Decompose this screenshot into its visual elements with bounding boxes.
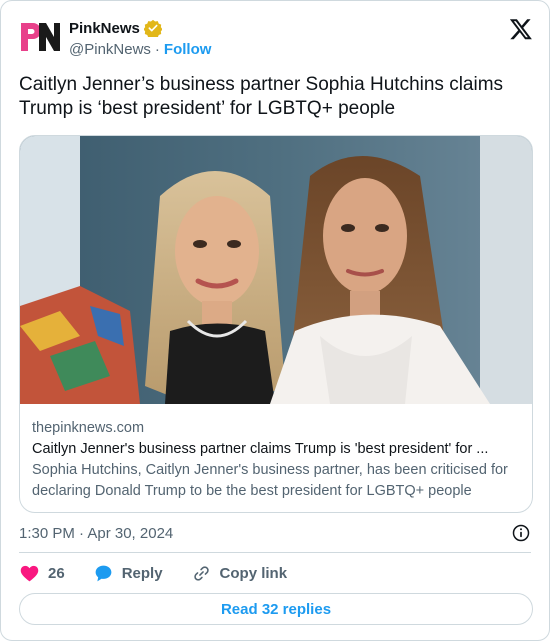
link-preview-card[interactable]: thepinknews.com Caitlyn Jenner's busines…: [19, 135, 533, 513]
reply-label: Reply: [121, 564, 163, 582]
like-count: 26: [48, 564, 65, 582]
author-name-row: PinkNews: [69, 19, 162, 37]
tweet-timestamp[interactable]: 1:30 PM · Apr 30, 2024: [19, 525, 173, 542]
reply-bubble-icon: [95, 565, 112, 581]
link-domain: thepinknews.com: [32, 420, 145, 436]
author-handle-row: @PinkNews · Follow: [69, 41, 211, 58]
tweet-actions: 26 Reply Copy link: [19, 562, 315, 584]
reply-button[interactable]: Reply: [93, 563, 163, 584]
tweet-embed-card: PinkNews @PinkNews · Follow Caitlyn Jenn…: [0, 0, 550, 641]
divider: [19, 552, 531, 553]
verified-badge-icon: [143, 19, 162, 37]
handle-separator: ·: [154, 41, 160, 58]
tweet-header: PinkNews @PinkNews · Follow: [19, 15, 533, 63]
follow-button[interactable]: Follow: [164, 41, 212, 58]
link-meta: thepinknews.com Caitlyn Jenner's busines…: [32, 418, 520, 502]
pinknews-logo[interactable]: [19, 20, 61, 54]
read-replies-button[interactable]: Read 32 replies: [19, 593, 533, 625]
author-handle[interactable]: @PinkNews: [69, 41, 151, 58]
copy-link-label: Copy link: [219, 564, 288, 582]
author-display-name[interactable]: PinkNews: [69, 20, 140, 37]
link-title[interactable]: Caitlyn Jenner's business partner claims…: [32, 438, 520, 460]
timestamp-row: 1:30 PM · Apr 30, 2024: [19, 522, 531, 544]
x-logo-icon[interactable]: [509, 17, 533, 41]
article-photo[interactable]: [20, 136, 533, 404]
tweet-text: Caitlyn Jenner’s business partner Sophia…: [19, 74, 504, 119]
link-icon: [193, 565, 209, 581]
info-icon[interactable]: [511, 523, 531, 543]
heart-icon: [20, 565, 39, 581]
copy-link-button[interactable]: Copy link: [191, 563, 288, 584]
link-description: Sophia Hutchins, Caitlyn Jenner's busine…: [32, 462, 508, 499]
like-button[interactable]: 26: [19, 563, 65, 584]
